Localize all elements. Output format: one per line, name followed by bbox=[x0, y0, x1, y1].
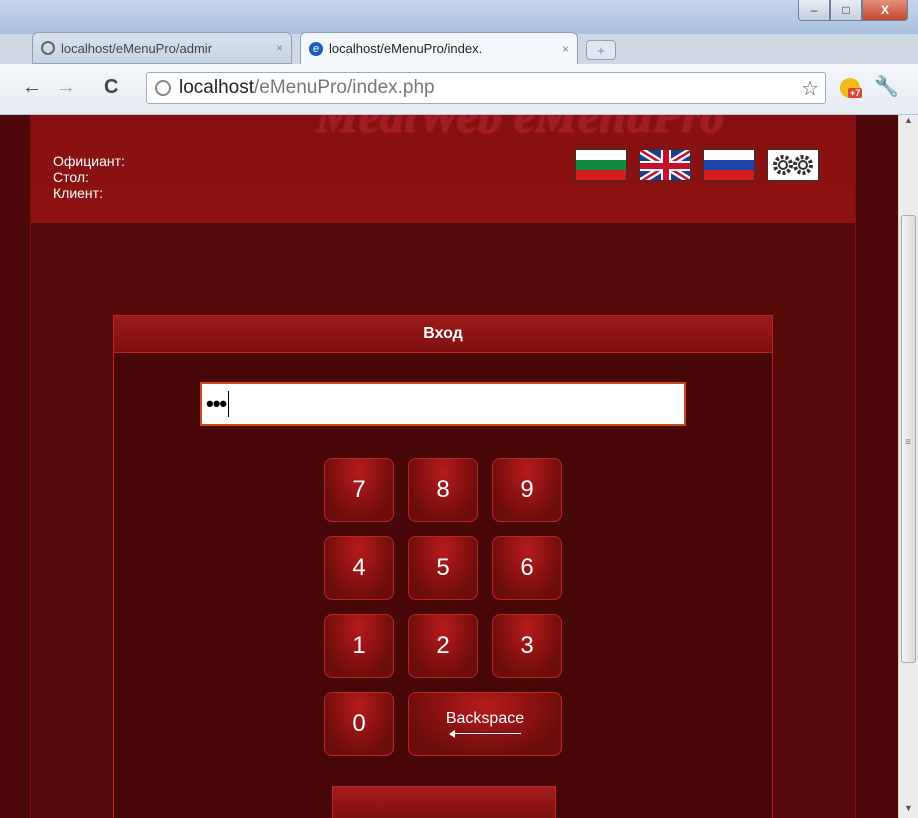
left-arrow-icon bbox=[449, 730, 521, 738]
window-controls: – □ X bbox=[798, 0, 908, 21]
session-info: Официант: Стол: Клиент: bbox=[53, 153, 125, 201]
ie-icon: e bbox=[309, 41, 323, 56]
text-caret bbox=[228, 391, 230, 417]
scrollbar-grip-icon: ≡ bbox=[905, 437, 911, 448]
tab-index[interactable]: e localhost/eMenuPro/index. × bbox=[300, 32, 578, 64]
keypad-6[interactable]: 6 bbox=[492, 536, 562, 600]
scroll-down-arrow-icon[interactable]: ▼ bbox=[904, 803, 913, 813]
tab-close-button[interactable]: × bbox=[276, 41, 283, 55]
page-container: MealWeb eMenuPro Официант: Стол: Клиент: bbox=[30, 115, 856, 818]
login-title: Вход bbox=[114, 316, 772, 353]
window-titlebar: – □ X bbox=[0, 0, 918, 34]
reload-button[interactable]: C bbox=[104, 76, 118, 99]
maximize-button[interactable]: □ bbox=[830, 0, 862, 21]
backspace-button[interactable]: Backspace bbox=[408, 692, 562, 756]
tab-close-button[interactable]: × bbox=[562, 42, 569, 56]
settings-gears-icon[interactable] bbox=[767, 149, 819, 181]
bulgarian-flag-icon[interactable] bbox=[575, 149, 627, 181]
address-bar[interactable]: localhost /eMenuPro/index.php ☆ bbox=[146, 72, 826, 104]
password-input[interactable]: ••• bbox=[200, 382, 686, 426]
close-window-button[interactable]: X bbox=[862, 0, 908, 21]
new-tab-button[interactable]: + bbox=[586, 40, 616, 60]
keypad-4[interactable]: 4 bbox=[324, 536, 394, 600]
russian-flag-icon[interactable] bbox=[703, 149, 755, 181]
wrench-menu-icon[interactable]: 🔧 bbox=[874, 74, 899, 99]
forward-button[interactable]: → bbox=[56, 76, 76, 99]
keypad-2[interactable]: 2 bbox=[408, 614, 478, 678]
password-dots: ••• bbox=[206, 391, 227, 416]
backspace-label: Backspace bbox=[445, 710, 525, 727]
keypad-0[interactable]: 0 bbox=[324, 692, 394, 756]
page-viewport: MealWeb eMenuPro Официант: Стол: Клиент: bbox=[0, 115, 898, 818]
vertical-scrollbar[interactable]: ▲ ≡ ▼ bbox=[898, 115, 918, 818]
brand-logo: MealWeb eMenuPro bbox=[316, 115, 725, 143]
keypad-8[interactable]: 8 bbox=[408, 458, 478, 522]
client-label: Клиент: bbox=[53, 185, 103, 201]
scroll-up-arrow-icon[interactable]: ▲ bbox=[904, 115, 913, 125]
globe-icon bbox=[155, 80, 171, 96]
tab-label: localhost/eMenuPro/index. bbox=[329, 41, 483, 56]
keypad-5[interactable]: 5 bbox=[408, 536, 478, 600]
waiter-label: Официант: bbox=[53, 153, 125, 169]
globe-icon bbox=[41, 41, 55, 55]
extension-icon[interactable]: +7 bbox=[840, 78, 864, 102]
tab-admin[interactable]: localhost/eMenuPro/admir × bbox=[32, 32, 292, 64]
extension-badge: +7 bbox=[848, 88, 863, 98]
back-button[interactable]: ← bbox=[22, 76, 42, 99]
language-selector bbox=[575, 149, 819, 181]
keypad-7[interactable]: 7 bbox=[324, 458, 394, 522]
page-header: MealWeb eMenuPro Официант: Стол: Клиент: bbox=[31, 115, 855, 223]
tab-label: localhost/eMenuPro/admir bbox=[61, 40, 213, 56]
bookmark-star-icon[interactable]: ☆ bbox=[801, 76, 819, 101]
url-host: localhost bbox=[179, 77, 254, 98]
keypad-3[interactable]: 3 bbox=[492, 614, 562, 678]
login-submit-button[interactable]: Вход bbox=[332, 786, 556, 818]
url-path: /eMenuPro/index.php bbox=[254, 77, 435, 98]
keypad-1[interactable]: 1 bbox=[324, 614, 394, 678]
minimize-button[interactable]: – bbox=[798, 0, 830, 21]
table-label: Стол: bbox=[53, 169, 89, 185]
keypad-9[interactable]: 9 bbox=[492, 458, 562, 522]
login-panel: Вход ••• 7 8 9 4 5 6 1 2 3 0 Backspace В… bbox=[113, 315, 773, 818]
uk-flag-icon[interactable] bbox=[639, 149, 691, 181]
